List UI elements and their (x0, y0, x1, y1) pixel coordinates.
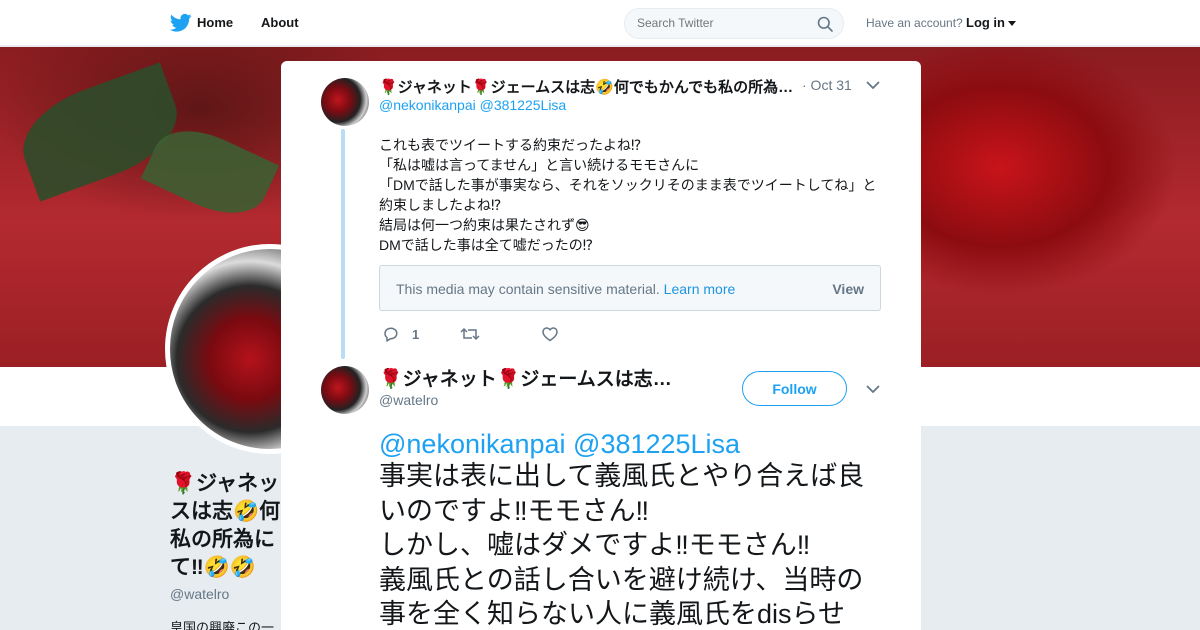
login-link[interactable]: Log in (966, 15, 1005, 30)
like-action[interactable] (541, 324, 559, 344)
tweet-line: 約束しましたよね⁉ (379, 197, 502, 213)
avatar[interactable] (321, 78, 369, 126)
search-icon[interactable] (817, 16, 833, 32)
learn-more-link[interactable]: Learn more (664, 281, 736, 297)
search-box[interactable] (624, 8, 844, 39)
tweet-author-handle[interactable]: @watelro (379, 392, 438, 408)
search-input[interactable] (637, 16, 807, 30)
sensitive-warning-text: This media may contain sensitive materia… (396, 281, 660, 297)
reply-count: 1 (412, 326, 420, 342)
tweet-line: 「私は嘘は言ってません」と言い続けるモモさんに (379, 157, 700, 173)
tweet-line: 事を全く知らない人に義風氏をdisらせ (379, 599, 845, 629)
reply-icon[interactable] (382, 325, 400, 343)
chevron-down-icon[interactable] (866, 384, 880, 394)
profile-handle: @watelro (170, 586, 230, 602)
twitter-bird-icon[interactable] (170, 13, 192, 33)
avatar[interactable] (321, 366, 369, 414)
profile-name: 🌹ジャネッ スは志🤣何 私の所為に て‼🤣🤣 (170, 472, 281, 579)
tweet-date[interactable]: · Oct 31 (802, 77, 852, 93)
tweet-line: 事実は表に出して義風氏とやり合えば良 (379, 461, 865, 491)
tweet-text: これも表でツイートする約束だったよね⁉ 「私は嘘は言ってません」と言い続けるモモ… (379, 135, 889, 255)
tweet-line: DMで話した事は全て嘘だったの⁉ (379, 237, 594, 253)
profile-bio: 皇国の興廃この一 (170, 620, 275, 630)
tweet-author-name[interactable]: 🌹ジャネット🌹ジェームスは志🤣… (379, 364, 689, 391)
tweet-modal: 🌹ジャネット🌹ジェームスは志🤣何でもかんでも私の所為に… · Oct 31 @n… (281, 61, 921, 630)
tweet-author-name[interactable]: 🌹ジャネット🌹ジェームスは志🤣何でもかんでも私の所為に… (379, 76, 799, 97)
nav-home-link[interactable]: Home (197, 15, 233, 30)
tweet-line: いのですよ‼モモさん‼ (379, 495, 649, 526)
tweet-line: 義風氏との話し合いを避け続け、当時の (379, 564, 864, 595)
close-icon[interactable] (1155, 12, 1179, 36)
retweet-icon[interactable] (460, 325, 480, 343)
tweet-line: しかし、嘘はダメですよ‼モモさん‼ (379, 530, 811, 560)
tweet-text: 事実は表に出して義風氏とやり合えば良 いのですよ‼モモさん‼ しかし、嘘はダメで… (379, 459, 889, 630)
tweet-mentions[interactable]: @nekonikanpai @381225Lisa (379, 427, 740, 461)
account-prompt: Have an account? (866, 16, 963, 30)
thread-line (341, 129, 345, 359)
reply-action[interactable]: 1 (382, 324, 419, 344)
view-media-button[interactable]: View (832, 281, 864, 297)
sensitive-media-notice: This media may contain sensitive materia… (379, 265, 881, 311)
tweet-line: 結局は何一つ約束は果たされず😎 (379, 217, 590, 233)
follow-button[interactable]: Follow (742, 371, 847, 406)
heart-icon[interactable] (541, 325, 559, 343)
tweet-line: 「DMで話した事が事実なら、それをソックリそのまま表でツイートしてね」と (379, 177, 877, 193)
tweet-line: これも表でツイートする約束だったよね⁉ (379, 137, 642, 153)
caret-down-icon[interactable] (1008, 21, 1016, 26)
retweet-action[interactable] (460, 324, 480, 344)
nav-about-link[interactable]: About (261, 15, 299, 30)
reply-to-mentions[interactable]: @nekonikanpai @381225Lisa (379, 97, 566, 113)
chevron-down-icon[interactable] (866, 80, 880, 90)
top-nav: Home About Have an account? Log in (0, 0, 1200, 46)
